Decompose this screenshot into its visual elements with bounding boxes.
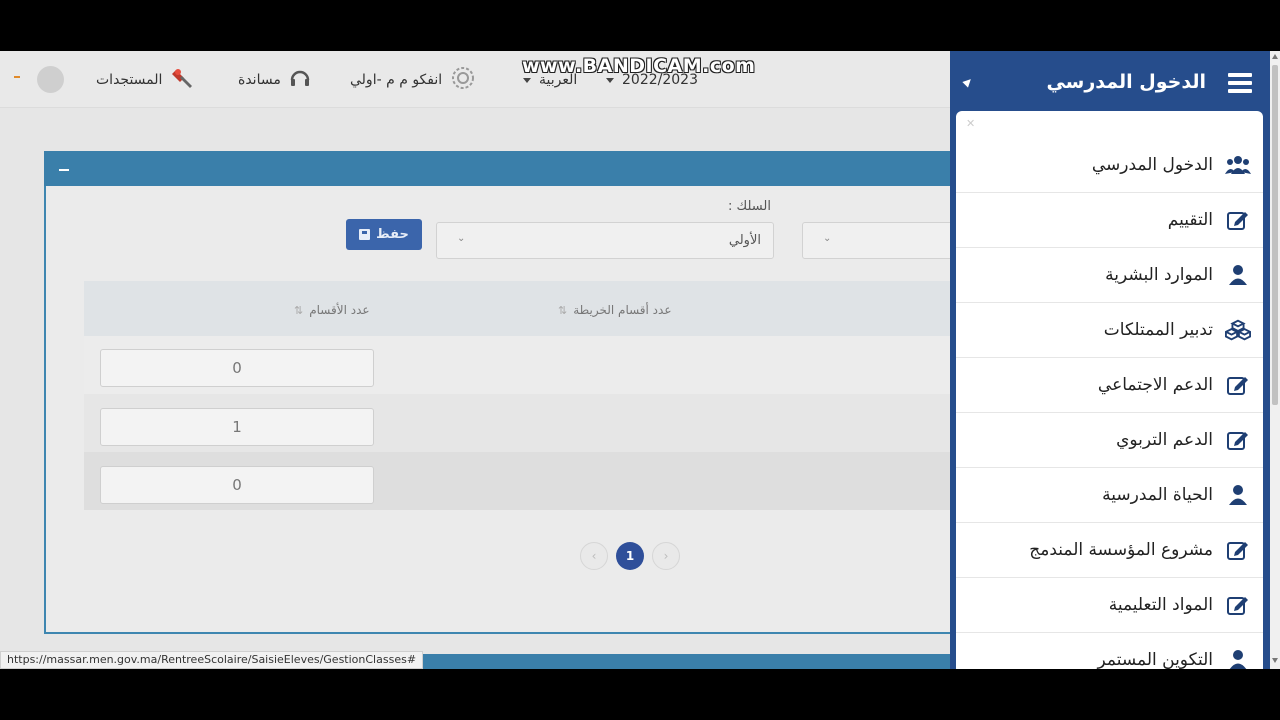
school-label: انفكو م م -اولي — [350, 72, 443, 88]
pagination: ‹ 1 › — [580, 542, 680, 570]
edit-icon — [1225, 539, 1251, 561]
news-link[interactable]: المستجدات — [96, 69, 196, 91]
sections-input[interactable]: 0 — [100, 466, 374, 504]
column-header-map-sections[interactable]: عدد أقسام الخريطة ⇅ — [558, 303, 672, 317]
sidebar-item-subjects[interactable]: المواد التعليمية — [956, 578, 1263, 633]
scroll-up-icon[interactable] — [1272, 54, 1278, 59]
headset-icon — [289, 68, 311, 92]
pointer-icon — [962, 76, 974, 88]
gear-icon — [450, 65, 476, 95]
edit-icon — [1225, 209, 1251, 231]
cubes-icon — [1225, 319, 1251, 341]
school-selector[interactable]: انفكو م م -اولي — [350, 67, 476, 91]
page-button[interactable]: 1 — [616, 542, 644, 570]
avatar[interactable] — [37, 66, 64, 93]
sections-input[interactable]: 0 — [100, 349, 374, 387]
user-icon — [1225, 264, 1251, 286]
chevron-down-icon: ⌄ — [457, 233, 466, 244]
prev-page-button[interactable]: ‹ — [580, 542, 608, 570]
silk-select-value: الأولي — [728, 233, 761, 248]
column-header-sections[interactable]: عدد الأقسام ⇅ — [294, 303, 370, 317]
sidebar-item-label: الموارد البشرية — [1105, 265, 1213, 285]
scroll-thumb[interactable] — [1272, 65, 1278, 405]
sidebar-item-label: الدعم الاجتماعي — [1097, 375, 1213, 395]
recording-watermark: www.BANDICAM.com — [522, 55, 756, 77]
sidebar-item-evaluation[interactable]: التقييم — [956, 193, 1263, 248]
menu-icon[interactable] — [1228, 73, 1252, 93]
sidebar-title: الدخول المدرسي — [1046, 71, 1206, 93]
next-page-button[interactable]: › — [652, 542, 680, 570]
notification-dot — [14, 76, 20, 78]
sidebar: الدخول المدرسي ✕ الدخول المدرسي التقييم … — [950, 51, 1270, 669]
sort-icon: ⇅ — [558, 303, 568, 317]
scroll-down-icon[interactable] — [1272, 658, 1278, 663]
page-scrollbar[interactable] — [1270, 51, 1280, 669]
panel-header — [44, 151, 964, 186]
column-label: عدد الأقسام — [309, 303, 370, 317]
sidebar-item-label: التكوين المستمر — [1097, 650, 1213, 669]
sidebar-item-label: الدخول المدرسي — [1091, 155, 1213, 175]
sidebar-item-label: الدعم التربوي — [1116, 430, 1213, 450]
floppy-icon — [359, 229, 371, 240]
browser-viewport: المستجدات مساندة انفكو م م -اولي العربية… — [0, 51, 1280, 669]
edit-icon — [1225, 429, 1251, 451]
table-header — [84, 281, 950, 336]
close-icon[interactable]: ✕ — [966, 117, 975, 130]
news-label: المستجدات — [96, 72, 163, 88]
sidebar-item-school-project[interactable]: مشروع المؤسسة المندمج — [956, 523, 1263, 578]
chevron-down-icon: ⌄ — [823, 233, 832, 244]
sidebar-item-label: التقييم — [1167, 210, 1213, 230]
sidebar-item-human-resources[interactable]: الموارد البشرية — [956, 248, 1263, 303]
letterbox-bottom — [0, 669, 1280, 720]
pin-icon — [170, 66, 196, 94]
column-label: عدد أقسام الخريطة — [573, 303, 672, 317]
sidebar-item-label: مشروع المؤسسة المندمج — [1029, 540, 1213, 560]
sidebar-item-label: تدبير الممتلكات — [1103, 320, 1213, 340]
save-label: حفظ — [376, 227, 409, 242]
sidebar-item-label: المواد التعليمية — [1108, 595, 1213, 615]
users-icon — [1225, 154, 1251, 176]
support-label: مساندة — [238, 72, 281, 88]
save-button[interactable]: حفظ — [346, 219, 422, 250]
status-url: https://massar.men.gov.ma/RentreeScolair… — [0, 651, 424, 669]
sidebar-item-school-entry[interactable]: الدخول المدرسي — [956, 138, 1263, 193]
sections-input[interactable]: 1 — [100, 408, 374, 446]
sidebar-item-label: الحياة المدرسية — [1102, 485, 1213, 505]
silk-select[interactable]: الأولي ⌄ — [436, 222, 774, 259]
sort-icon: ⇅ — [294, 303, 304, 317]
sidebar-item-assets[interactable]: تدبير الممتلكات — [956, 303, 1263, 358]
chevron-down-icon — [523, 77, 531, 83]
sidebar-item-educational-support[interactable]: الدعم التربوي — [956, 413, 1263, 468]
user-icon — [1225, 649, 1251, 669]
support-link[interactable]: مساندة — [238, 69, 311, 91]
sidebar-item-social-support[interactable]: الدعم الاجتماعي — [956, 358, 1263, 413]
sidebar-item-school-life[interactable]: الحياة المدرسية — [956, 468, 1263, 523]
collapse-icon[interactable] — [59, 169, 69, 171]
edit-icon — [1225, 374, 1251, 396]
chevron-down-icon — [606, 77, 614, 83]
letterbox-top — [0, 0, 1280, 51]
edit-icon — [1225, 594, 1251, 616]
top-header: المستجدات مساندة انفكو م م -اولي العربية… — [0, 51, 950, 108]
sidebar-item-training[interactable]: التكوين المستمر — [956, 633, 1263, 669]
user-icon — [1225, 484, 1251, 506]
level-select[interactable]: ⌄ — [802, 222, 962, 259]
silk-label: السلك : — [728, 199, 771, 214]
sidebar-menu: ✕ الدخول المدرسي التقييم الموارد البشرية — [956, 111, 1263, 669]
